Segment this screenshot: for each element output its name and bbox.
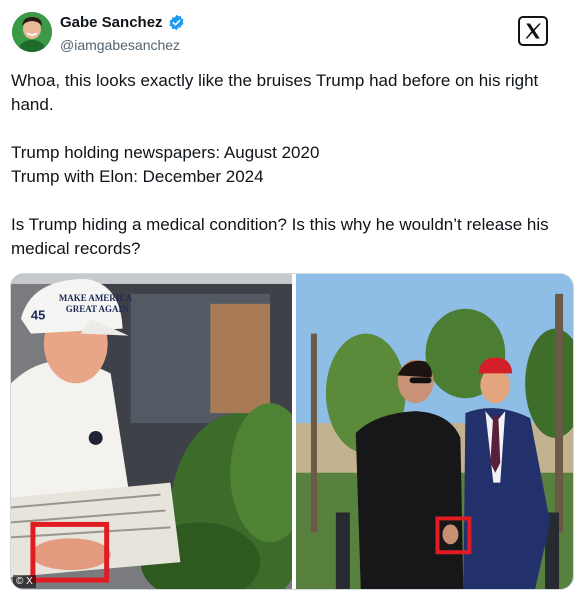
- tweet-line-3: Trump with Elon: December 2024: [11, 167, 264, 186]
- x-logo-icon[interactable]: [518, 16, 548, 46]
- tweet-line-4: Is Trump hiding a medical condition? Is …: [11, 215, 549, 258]
- author-name[interactable]: Gabe Sanchez: [60, 14, 163, 31]
- avatar-image: [12, 12, 52, 52]
- photo-left[interactable]: MAKE AMERICA GREAT AGAIN 45 © X: [11, 274, 292, 589]
- verified-badge-icon: [169, 14, 184, 31]
- photo-right[interactable]: [296, 274, 573, 589]
- tweet-line-1: Whoa, this looks exactly like the bruise…: [11, 71, 539, 114]
- photo-right-scene: [296, 274, 573, 589]
- tweet-text: Whoa, this looks exactly like the bruise…: [11, 69, 571, 261]
- hat-text-1: MAKE AMERICA: [59, 293, 133, 303]
- hat-number: 45: [31, 308, 45, 323]
- x-logo-glyph: [525, 23, 541, 39]
- hat-text-2: GREAT AGAIN: [66, 304, 129, 314]
- author-handle[interactable]: @iamgabesanchez: [60, 37, 180, 53]
- photo-left-scene: MAKE AMERICA GREAT AGAIN 45: [11, 274, 292, 589]
- watermark: © X: [13, 575, 36, 588]
- media-grid: MAKE AMERICA GREAT AGAIN 45 © X: [10, 273, 574, 590]
- author-row: Gabe Sanchez: [60, 14, 185, 31]
- avatar[interactable]: [12, 12, 52, 52]
- tweet-line-2: Trump holding newspapers: August 2020: [11, 143, 320, 162]
